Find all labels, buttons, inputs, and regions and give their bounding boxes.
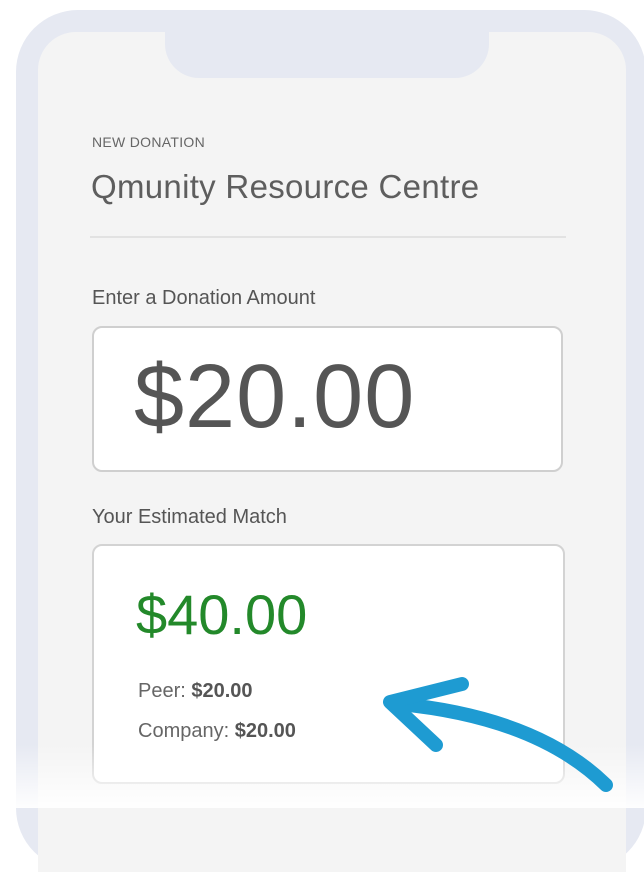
annotation-arrow-icon bbox=[383, 677, 613, 792]
